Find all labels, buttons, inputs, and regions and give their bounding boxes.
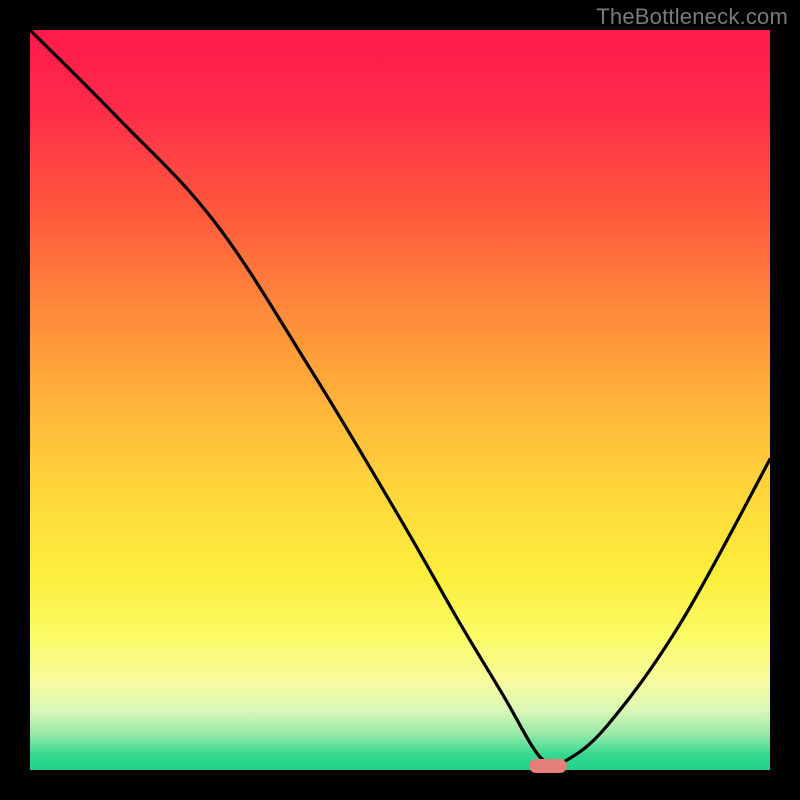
chart-frame: TheBottleneck.com bbox=[0, 0, 800, 800]
watermark-text: TheBottleneck.com bbox=[596, 4, 788, 30]
plot-area bbox=[30, 30, 770, 770]
curve-path bbox=[30, 30, 770, 766]
bottleneck-curve bbox=[30, 30, 770, 770]
optimal-marker bbox=[529, 759, 567, 773]
